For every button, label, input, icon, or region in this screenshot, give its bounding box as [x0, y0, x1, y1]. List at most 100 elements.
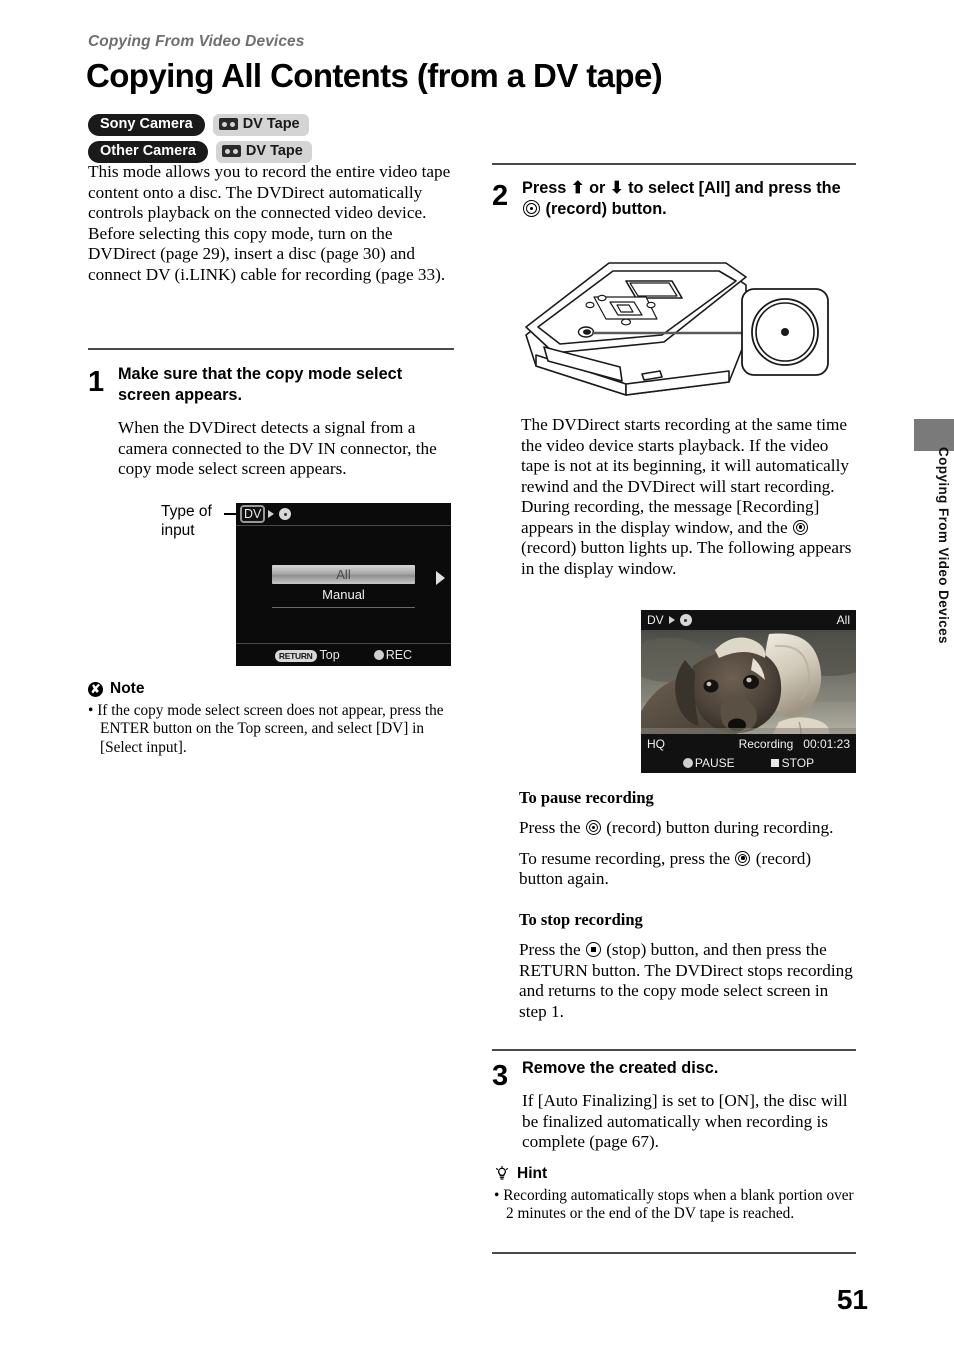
pause-label: PAUSE: [694, 755, 735, 770]
badge-row-other: Other Camera DV Tape: [88, 141, 312, 163]
callout-label-type-of-input: Type of input: [161, 503, 212, 539]
rec-input-label: DV: [647, 613, 664, 627]
lcd-recording-screen: DV All HQ Recording 00:01:23 PAUSE STOP: [641, 610, 856, 773]
pause-recording-line-2: To resume recording, press the (record) …: [519, 849, 859, 890]
record-button-icon: [523, 200, 540, 217]
page-title: Copying All Contents (from a DV tape): [86, 57, 663, 94]
step-3: 3 Remove the created disc. If [Auto Fina…: [492, 1058, 858, 1153]
disc-icon: [279, 508, 292, 520]
note-bullet: • If the copy mode select screen does no…: [88, 702, 444, 756]
arrow-down-glyph: ⬇: [609, 179, 624, 197]
rec-status-text: Recording: [738, 736, 794, 751]
lcd-rec-topbar: DV All: [641, 610, 856, 630]
rec-label: REC: [385, 648, 413, 662]
menu-item-all[interactable]: All: [272, 565, 415, 584]
note-block: ✘ Note • If the copy mode select screen …: [88, 680, 460, 757]
step-1-number: 1: [88, 366, 105, 398]
hint-heading: Hint: [494, 1165, 856, 1183]
step-3-number: 3: [492, 1060, 509, 1092]
intro-block: This mode allows you to record the entir…: [88, 162, 454, 285]
note-icon: ✘: [88, 681, 103, 697]
arrow-up-glyph: ⬆: [570, 179, 585, 197]
pause-recording-line-1: Press the (record) button during recordi…: [519, 818, 859, 839]
running-head: Copying From Video Devices: [88, 33, 305, 50]
lcd-rec-keys-row: PAUSE STOP: [641, 753, 856, 772]
dvdirect-device-illustration: [525, 262, 829, 396]
stop-label: STOP: [781, 755, 815, 770]
badge-camera-other: Other Camera: [88, 141, 208, 163]
cassette-icon: [221, 145, 241, 158]
hint-bullet-text: Recording automatically stops when a bla…: [503, 1187, 854, 1223]
pause-line1-pre: Press the: [519, 818, 585, 837]
step-2-number: 2: [492, 180, 509, 212]
record-button-icon-inline: [585, 820, 601, 835]
stop-recording-line-1: Press the (stop) button, and then press …: [519, 940, 859, 1022]
badge-media-dvtape-2: DV Tape: [215, 141, 312, 163]
stop-line1-pre: Press the: [519, 940, 585, 959]
pause-line1-post: (record) button during recording.: [601, 818, 834, 837]
lcd-menu-top-rule: [236, 525, 451, 526]
manual-page: Copying From Video Devices Copying All C…: [0, 0, 954, 1352]
rec-quality-label: HQ: [647, 736, 665, 751]
pause-dot-icon: [682, 757, 693, 768]
lcd-menu-topbar: DV: [236, 503, 451, 525]
rule-above-step1: [88, 348, 454, 350]
intro-paragraph-2: Before selecting this copy mode, turn on…: [88, 223, 446, 284]
step-2: 2 Press ⬆ or ⬇ to select [All] and press…: [492, 178, 858, 220]
rule-above-step3: [492, 1049, 856, 1051]
lcd-rec-status-row: HQ Recording 00:01:23: [641, 734, 856, 753]
lcd-copy-mode-screen: DV All Manual RETURN Top REC: [236, 503, 451, 666]
pause-recording-section: To pause recording Press the (record) bu…: [519, 788, 859, 890]
lcd-return-hint: RETURN Top: [274, 648, 340, 662]
cassette-icon: [218, 118, 238, 131]
hint-block: Hint • Recording automatically stops whe…: [494, 1165, 856, 1224]
step-1-body: When the DVDirect detects a signal from …: [118, 418, 437, 478]
preview-photo-dog: [641, 630, 856, 734]
badge-media-label-1: DV Tape: [242, 116, 300, 132]
step-2-body-tail: (record) button lights up. The following…: [521, 538, 852, 578]
lcd-menu-bottombar: RETURN Top REC: [236, 644, 451, 666]
lcd-rec-bottombar: HQ Recording 00:01:23 PAUSE STOP: [641, 734, 856, 773]
stop-recording-section: To stop recording Press the (stop) butto…: [519, 910, 859, 1022]
note-bullet-text: If the copy mode select screen does not …: [97, 702, 444, 756]
stop-recording-heading: To stop recording: [519, 910, 643, 929]
stop-key-hint[interactable]: STOP: [770, 755, 815, 770]
return-action-label: Top: [319, 648, 340, 662]
step-1-heading: Make sure that the copy mode select scre…: [118, 365, 403, 404]
lcd-input-label: DV: [239, 505, 266, 523]
badge-camera-sony: Sony Camera: [88, 114, 205, 136]
lightbulb-icon: [494, 1166, 510, 1182]
step-3-heading: Remove the created disc.: [522, 1059, 719, 1077]
page-number: 51: [836, 1284, 868, 1315]
disc-icon: [679, 614, 692, 626]
pause-recording-heading: To pause recording: [519, 788, 654, 807]
hint-bullet: • Recording automatically stops when a b…: [494, 1187, 854, 1223]
stop-button-icon-inline: [585, 942, 601, 957]
step-1: 1 Make sure that the copy mode select sc…: [88, 364, 458, 480]
badge-media-dvtape-1: DV Tape: [212, 114, 309, 136]
rec-elapsed-time: 00:01:23: [803, 736, 850, 751]
badge-media-label-2: DV Tape: [245, 143, 303, 159]
menu-item-manual[interactable]: Manual: [272, 587, 415, 602]
badge-row-sony: Sony Camera DV Tape: [88, 114, 309, 136]
intro-paragraph-1: This mode allows you to record the entir…: [88, 162, 451, 222]
menu-next-arrow-icon: [436, 571, 445, 585]
stop-square-icon: [770, 758, 779, 767]
pause-line2-pre: To resume recording, press the: [519, 848, 735, 868]
arrow-right-icon: [668, 616, 675, 624]
step-2-body-lead: The DVDirect starts recording at the sam…: [521, 415, 849, 537]
arrow-right-icon: [268, 510, 275, 518]
step-2-body: The DVDirect starts recording at the sam…: [521, 415, 857, 579]
pause-key-hint[interactable]: PAUSE: [682, 755, 735, 770]
note-heading: ✘ Note: [88, 680, 460, 698]
record-dot-icon: [373, 650, 384, 660]
note-title: Note: [110, 680, 145, 697]
return-key-badge: RETURN: [274, 650, 317, 662]
hint-title: Hint: [517, 1165, 548, 1182]
record-button-icon-inline: [792, 519, 808, 535]
side-tab-label: Copying From Video Devices: [936, 447, 951, 644]
step-3-body: If [Auto Finalizing] is set to [ON], the…: [522, 1091, 848, 1151]
step-2-heading: Press ⬆ or ⬇ to select [All] and press t…: [522, 179, 841, 218]
rec-mode-label: All: [836, 613, 850, 627]
rule-above-step2: [492, 163, 856, 165]
